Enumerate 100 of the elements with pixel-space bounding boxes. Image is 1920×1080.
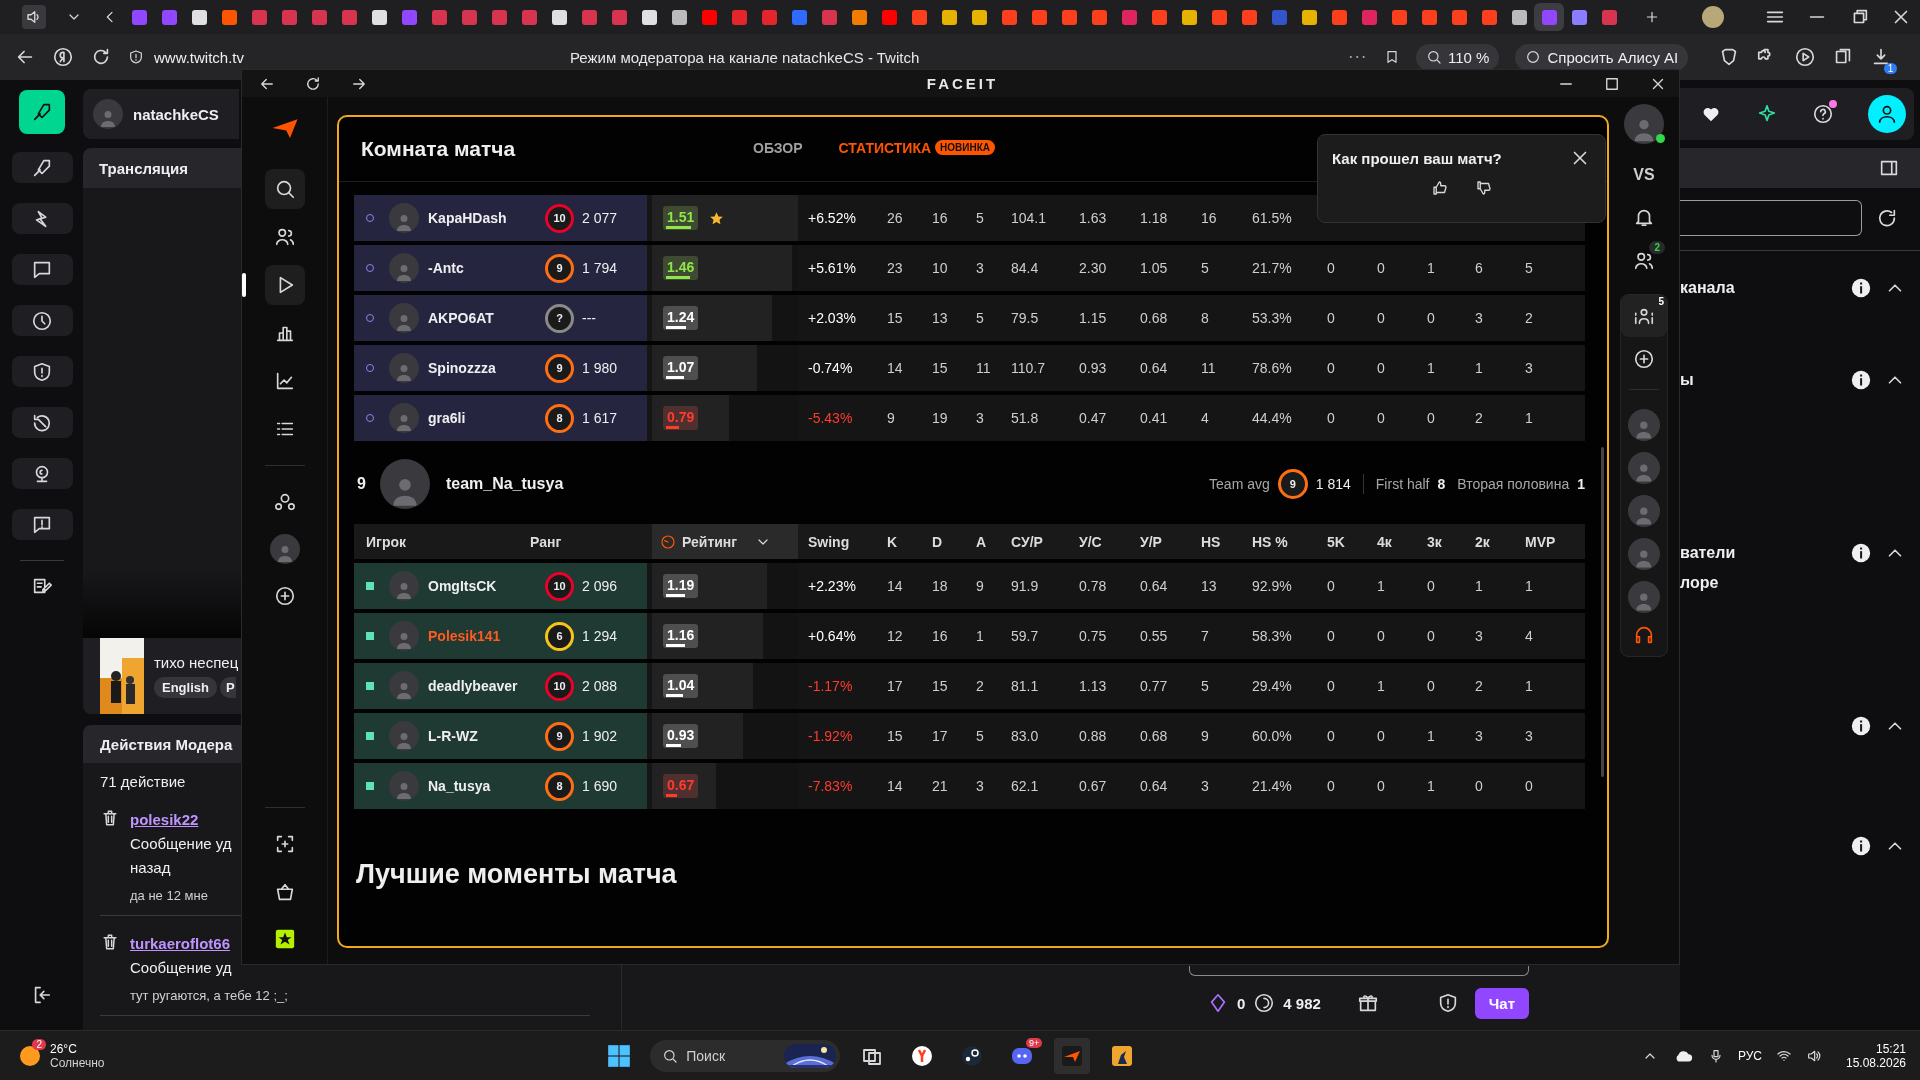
info-icon[interactable] (1850, 277, 1872, 299)
zoom-button[interactable]: 110 % (1416, 43, 1500, 71)
clock[interactable]: 15:21 15.08.2026 (1845, 1041, 1906, 1070)
add-icon[interactable] (1633, 348, 1655, 370)
stat-cell-text: 2 (1525, 310, 1534, 326)
player-name[interactable]: Polesik141 (428, 628, 545, 644)
active-app-button[interactable] (1054, 1037, 1091, 1074)
player-cell[interactable]: gra6li 8 1 617 (354, 395, 647, 441)
game-app-icon[interactable] (1110, 1043, 1135, 1068)
player-cell[interactable]: deadlybeaver 10 2 088 (354, 663, 647, 709)
section-item[interactable]: лоре (1680, 574, 1906, 592)
rail-button[interactable] (11, 152, 73, 183)
rail-button[interactable] (11, 509, 73, 540)
info-icon[interactable] (1850, 715, 1872, 737)
coin-icon[interactable] (1253, 992, 1276, 1014)
profile-avatar[interactable] (1702, 6, 1724, 28)
refresh-icon[interactable] (1876, 207, 1898, 229)
people-icon[interactable] (273, 226, 296, 248)
info-icon[interactable] (1850, 835, 1872, 857)
chat-button[interactable]: Чат (1474, 987, 1529, 1019)
friend-avatar[interactable] (1628, 538, 1660, 570)
search-field[interactable]: Поиск (650, 1039, 841, 1072)
user-avatar[interactable] (1868, 95, 1906, 133)
reload-icon[interactable] (304, 74, 322, 93)
stat-cell-text: 1 (1427, 728, 1436, 744)
elo-value: 2 077 (582, 210, 618, 226)
bookmark-icon[interactable] (1384, 49, 1400, 65)
player-name[interactable]: L-R-WZ (428, 728, 545, 744)
nav-tab[interactable]: ОБЗОР (753, 117, 803, 181)
notification-dot (1829, 100, 1837, 108)
yandex-icon[interactable] (52, 46, 74, 68)
stat-cell-text: 61.5% (1252, 210, 1293, 226)
count-badge: 2 (1649, 241, 1665, 254)
player-cell[interactable]: Na_tusya 8 1 690 (354, 763, 647, 809)
nav-tab[interactable]: СТАТИСТИКА НОВИНКА (838, 117, 996, 181)
add-icon[interactable] (273, 585, 296, 607)
rail-button[interactable] (11, 305, 73, 336)
info-icon[interactable] (1850, 542, 1872, 564)
stat-cell-text: 0 (1327, 778, 1336, 794)
chat-input-field[interactable] (1189, 966, 1529, 976)
user-link[interactable]: polesik22 (130, 808, 199, 832)
player-name[interactable]: gra6li (428, 410, 545, 426)
player-cell[interactable]: KapaHDash 10 2 077 (354, 195, 647, 241)
player-cell[interactable]: OmgItsCK 10 2 096 (354, 563, 647, 609)
faceit-app-icon (1060, 1043, 1085, 1068)
player-name[interactable]: Na_tusya (428, 778, 545, 794)
player-name[interactable]: KapaHDash (428, 210, 545, 226)
stat-cell-text: 0.68 (1140, 310, 1169, 326)
thumbs-up-icon[interactable] (1430, 179, 1449, 197)
search-field[interactable] (1680, 200, 1862, 236)
player-name[interactable]: Spinozzza (428, 360, 545, 376)
player-cell[interactable]: AKPO6AT ? --- (354, 295, 647, 341)
start-icon[interactable] (606, 1042, 633, 1069)
channel-selector[interactable]: natachkeCS (83, 89, 239, 139)
group-icon[interactable] (273, 491, 296, 513)
info-icon[interactable] (1850, 369, 1872, 391)
party-button[interactable]: 5 (1621, 295, 1667, 337)
shield-icon[interactable] (128, 49, 144, 65)
search-button[interactable] (264, 169, 305, 209)
rail-button[interactable] (11, 254, 73, 285)
player-cell[interactable]: L-R-WZ 9 1 902 (354, 713, 647, 759)
user-link[interactable]: turkaeroflot66 (130, 932, 231, 956)
assistant-button[interactable]: Спросить Алису AI (1515, 43, 1689, 71)
user-avatar[interactable] (1624, 104, 1664, 144)
vs-button[interactable]: VS (1633, 166, 1655, 184)
headset-icon[interactable] (1633, 624, 1655, 646)
avatar[interactable] (269, 534, 300, 564)
rail-button[interactable] (11, 356, 73, 387)
rail-button[interactable] (11, 407, 73, 438)
thumbs-down-icon[interactable] (1474, 179, 1493, 197)
friend-avatar[interactable] (1628, 409, 1660, 441)
player-cell[interactable]: -Antc 9 1 794 (354, 245, 647, 291)
rating-sort-button[interactable]: Рейтинг (652, 524, 798, 559)
player-cell[interactable]: Polesik141 6 1 294 (354, 613, 647, 659)
sound-icon[interactable] (22, 5, 46, 29)
rail-button[interactable] (11, 203, 73, 234)
player-name[interactable]: -Antc (428, 260, 545, 276)
player-name[interactable]: OmgItsCK (428, 578, 545, 594)
friends-icon[interactable] (1633, 250, 1655, 272)
rail-button[interactable] (11, 458, 73, 489)
tag-chip[interactable]: English (154, 677, 217, 698)
language-indicator[interactable]: РУС (1737, 1048, 1762, 1063)
friend-avatar[interactable] (1628, 495, 1660, 527)
help-icon[interactable] (1812, 103, 1834, 125)
logo-button[interactable] (19, 90, 65, 134)
new-tab-icon[interactable] (1644, 9, 1660, 25)
rating-chip: 1.46 (663, 256, 699, 280)
play-button[interactable] (264, 265, 305, 305)
friend-avatar[interactable] (1628, 581, 1660, 613)
player-name[interactable]: AKPO6AT (428, 310, 545, 326)
player-name[interactable]: deadlybeaver (428, 678, 545, 694)
gift-icon[interactable] (1356, 992, 1379, 1014)
media-icon[interactable] (1794, 46, 1817, 68)
stat-cell-text: 5 (976, 210, 985, 226)
player-cell[interactable]: Spinozzza 9 1 980 (354, 345, 647, 391)
tag-chip[interactable]: Р (219, 677, 236, 698)
friend-avatar[interactable] (1628, 452, 1660, 484)
url-text[interactable]: www.twitch.tv (154, 48, 554, 66)
browser-app-icon[interactable] (910, 1043, 935, 1068)
steam-app-icon[interactable] (960, 1043, 985, 1068)
